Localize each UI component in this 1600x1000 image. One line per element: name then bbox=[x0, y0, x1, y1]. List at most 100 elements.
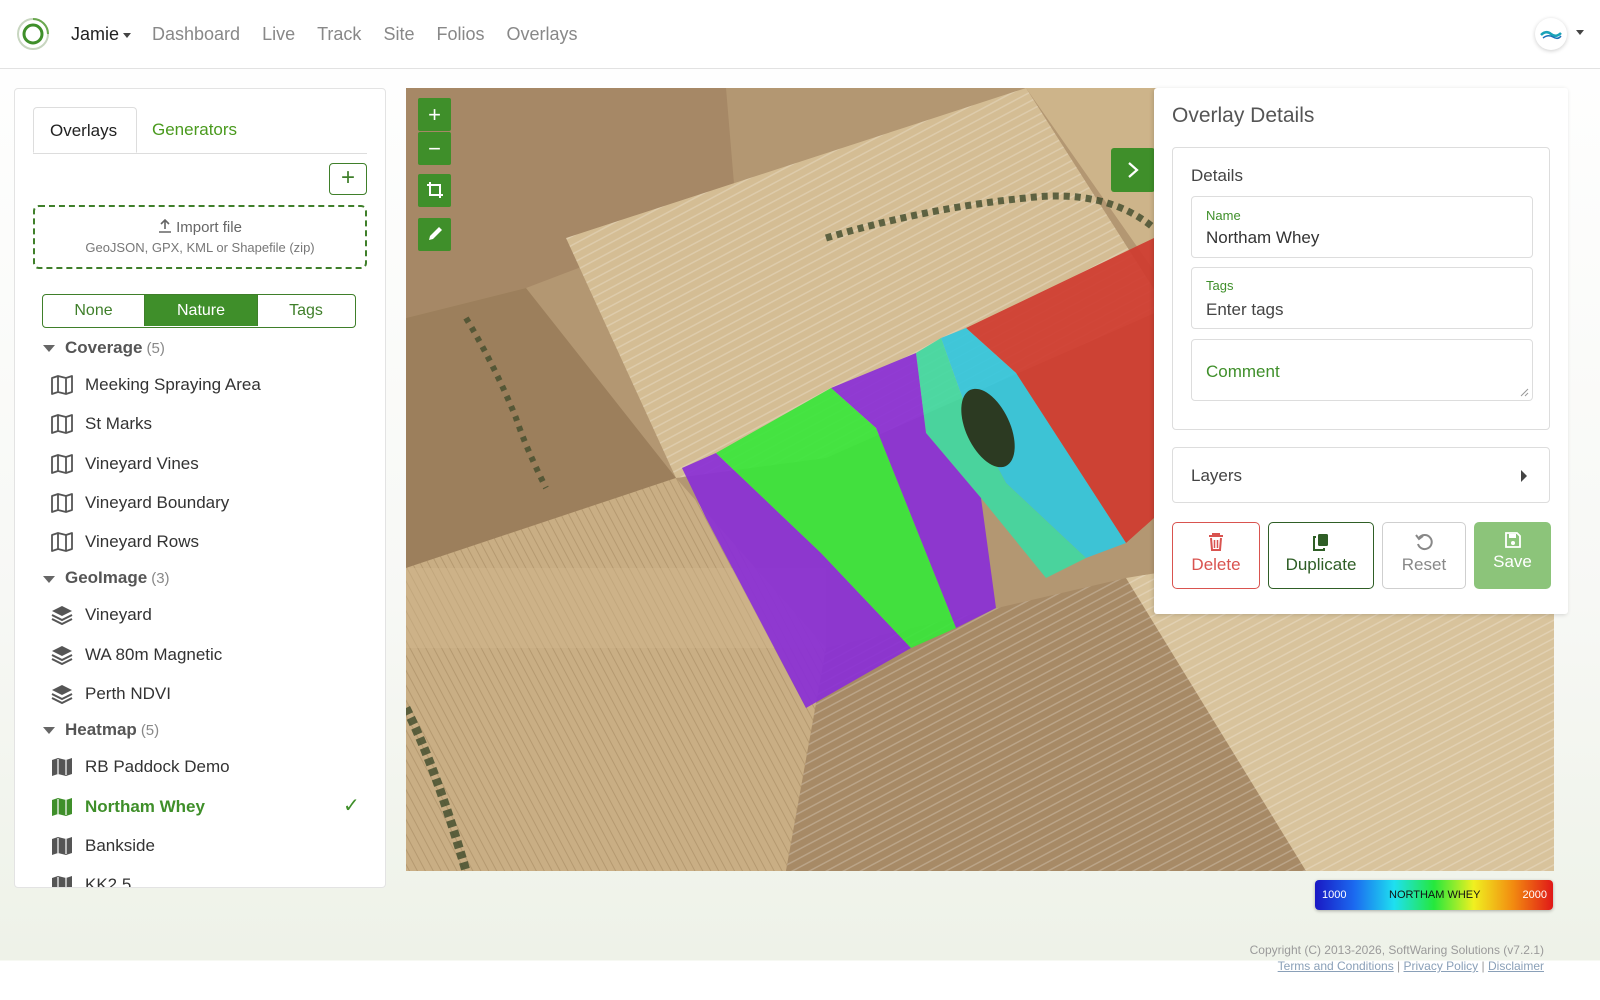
nav-site[interactable]: Site bbox=[383, 24, 414, 45]
floppy-disk-icon bbox=[1504, 532, 1521, 548]
tab-overlays[interactable]: Overlays bbox=[33, 107, 137, 153]
tab-generators[interactable]: Generators bbox=[136, 107, 253, 153]
group-coverage[interactable]: Coverage (5) bbox=[43, 331, 383, 365]
add-overlay-button[interactable]: + bbox=[329, 163, 367, 195]
list-item[interactable]: Vineyard Vines bbox=[43, 444, 383, 483]
group-by-nature[interactable]: Nature bbox=[145, 295, 257, 326]
comment-field[interactable]: Comment bbox=[1191, 339, 1533, 401]
item-label: Bankside bbox=[85, 835, 155, 855]
duplicate-button[interactable]: Duplicate bbox=[1268, 522, 1374, 589]
group-by-tags[interactable]: Tags bbox=[257, 295, 354, 326]
list-item[interactable]: KK2.5 bbox=[43, 865, 383, 888]
privacy-link[interactable]: Privacy Policy bbox=[1404, 959, 1479, 973]
terms-link[interactable]: Terms and Conditions bbox=[1278, 959, 1394, 973]
layers-icon bbox=[51, 645, 73, 665]
upload-icon bbox=[159, 218, 172, 233]
list-item[interactable]: Meeking Spraying Area bbox=[43, 365, 383, 404]
avatar[interactable] bbox=[1535, 18, 1567, 50]
copyright: Copyright (C) 2013-2026, SoftWaring Solu… bbox=[1249, 943, 1544, 957]
group-by-none[interactable]: None bbox=[43, 295, 145, 326]
chevron-down-icon bbox=[123, 32, 132, 38]
footer: Copyright (C) 2013-2026, SoftWaring Solu… bbox=[1250, 942, 1544, 974]
nav-folios[interactable]: Folios bbox=[436, 24, 484, 45]
group-count: (3) bbox=[151, 570, 170, 588]
overlays-sidebar: Overlays Generators + Import file GeoJSO… bbox=[14, 88, 386, 888]
item-label: RB Paddock Demo bbox=[85, 757, 230, 777]
group-name: Coverage bbox=[65, 338, 143, 357]
map-outline-icon bbox=[51, 492, 73, 513]
group-count: (5) bbox=[140, 722, 160, 740]
details-section: Details Name Northam Whey Tags Enter tag… bbox=[1172, 147, 1550, 430]
list-item[interactable]: Vineyard Boundary bbox=[43, 483, 383, 522]
list-item[interactable]: WA 80m Magnetic bbox=[43, 635, 383, 674]
map-outline-icon bbox=[51, 453, 73, 474]
checkmark-icon: ✓ bbox=[343, 794, 360, 817]
layers-section[interactable]: Layers bbox=[1172, 447, 1550, 503]
list-item[interactable]: Vineyard Rows bbox=[43, 522, 383, 561]
name-field[interactable]: Name Northam Whey bbox=[1191, 196, 1533, 258]
footer-links: Terms and Conditions | Privacy Policy | … bbox=[1277, 959, 1544, 973]
zoom-out-button[interactable]: − bbox=[418, 132, 451, 165]
duplicate-label: Duplicate bbox=[1285, 555, 1357, 574]
pencil-icon bbox=[428, 227, 442, 240]
item-label: Northam Whey bbox=[85, 796, 205, 816]
edit-button[interactable] bbox=[418, 218, 451, 251]
group-heatmap[interactable]: Heatmap (5) bbox=[43, 713, 383, 747]
caret-down-icon bbox=[43, 575, 55, 583]
import-title-text: Import file bbox=[176, 219, 242, 236]
resize-handle-icon[interactable] bbox=[1519, 387, 1529, 397]
map-filled-icon bbox=[52, 876, 72, 887]
item-label: St Marks bbox=[85, 414, 153, 434]
nav-overlays[interactable]: Overlays bbox=[506, 24, 577, 45]
nav-track[interactable]: Track bbox=[317, 24, 361, 45]
undo-icon bbox=[1415, 534, 1433, 551]
tags-label: Tags bbox=[1206, 278, 1234, 293]
import-formats: GeoJSON, GPX, KML or Shapefile (zip) bbox=[85, 240, 315, 255]
expand-panel-button[interactable] bbox=[1111, 148, 1155, 192]
list-item-selected[interactable]: Northam Whey ✓ bbox=[43, 787, 383, 826]
disclaimer-link[interactable]: Disclaimer bbox=[1488, 959, 1544, 973]
list-item[interactable]: Perth NDVI bbox=[43, 674, 383, 713]
overlay-tree: Coverage (5) Meeking Spraying Area St Mar… bbox=[43, 331, 383, 888]
list-item[interactable]: RB Paddock Demo bbox=[43, 747, 383, 786]
group-name: Heatmap bbox=[65, 720, 137, 740]
crop-button[interactable] bbox=[418, 174, 451, 207]
panel-title: Overlay Details bbox=[1172, 104, 1315, 127]
section-header-details[interactable]: Details bbox=[1191, 166, 1243, 186]
zoom-in-button[interactable]: + bbox=[418, 98, 451, 131]
item-label: WA 80m Magnetic bbox=[85, 644, 223, 664]
app-logo-icon[interactable] bbox=[16, 17, 50, 51]
tags-placeholder: Enter tags bbox=[1206, 300, 1284, 319]
sidebar-tabs: Overlays Generators bbox=[33, 107, 367, 154]
chevron-down-icon[interactable] bbox=[1576, 30, 1584, 35]
map-outline-icon bbox=[51, 414, 73, 435]
name-label: Name bbox=[1206, 208, 1241, 223]
item-label: KK2.5 bbox=[85, 875, 132, 888]
list-item[interactable]: St Marks bbox=[43, 404, 383, 443]
reset-button[interactable]: Reset bbox=[1382, 522, 1466, 589]
import-title: Import file bbox=[35, 218, 365, 236]
item-label: Meeking Spraying Area bbox=[85, 375, 261, 394]
nav-dashboard[interactable]: Dashboard bbox=[152, 24, 240, 45]
copy-icon bbox=[1313, 534, 1328, 551]
user-menu[interactable]: Jamie bbox=[71, 24, 132, 45]
import-file-dropzone[interactable]: Import file GeoJSON, GPX, KML or Shapefi… bbox=[33, 205, 367, 269]
nav-live[interactable]: Live bbox=[262, 24, 295, 45]
item-label: Vineyard Boundary bbox=[85, 492, 230, 512]
map-filled-icon bbox=[52, 758, 72, 777]
list-item[interactable]: Vineyard bbox=[43, 595, 383, 634]
caret-down-icon bbox=[43, 345, 55, 353]
delete-button[interactable]: Delete bbox=[1172, 522, 1260, 589]
heatmap-legend: 1000 NORTHAM WHEY 2000 bbox=[1315, 880, 1553, 910]
section-header-layers: Layers bbox=[1191, 466, 1243, 485]
map-filled-icon bbox=[52, 836, 72, 855]
tags-field[interactable]: Tags Enter tags bbox=[1191, 267, 1533, 329]
save-button[interactable]: Save bbox=[1474, 522, 1551, 589]
list-item[interactable]: Bankside bbox=[43, 826, 383, 865]
top-navbar: Jamie Dashboard Live Track Site Folios O… bbox=[0, 0, 1600, 69]
group-geoimage[interactable]: GeoImage (3) bbox=[43, 561, 383, 595]
legend-label: NORTHAM WHEY bbox=[1389, 889, 1481, 901]
layers-icon bbox=[51, 685, 73, 705]
item-label: Vineyard bbox=[85, 605, 152, 625]
crop-icon bbox=[426, 182, 443, 198]
